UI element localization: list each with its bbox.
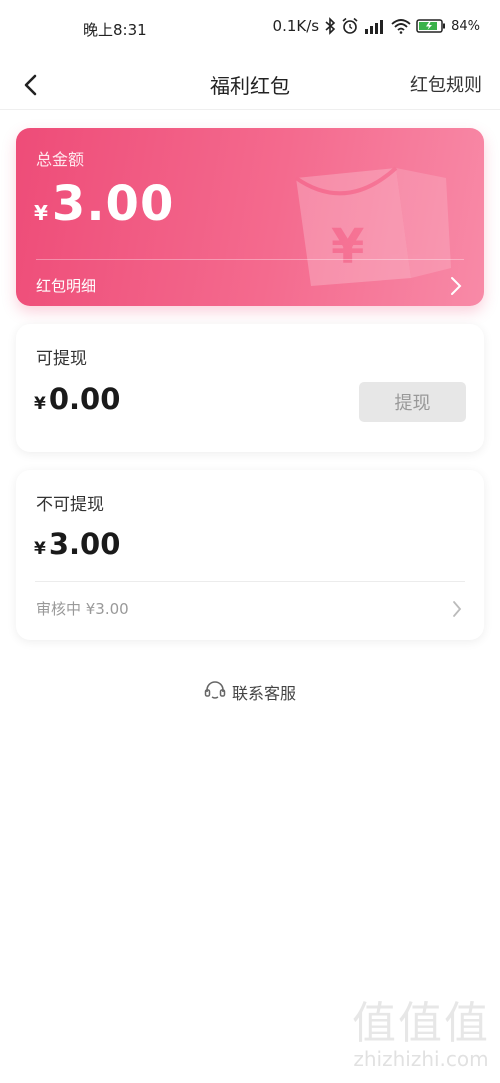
watermark: 值值值 zhizhizhi.com [352, 987, 490, 1071]
svg-text:¥: ¥ [331, 219, 364, 275]
total-amount-value: 3.00 [51, 176, 175, 232]
withdrawable-amount-value: 0.00 [48, 382, 121, 416]
watermark-text: zhizhizhi.com [353, 1047, 489, 1071]
total-amount-label: 总金额 [36, 150, 85, 169]
red-packet-detail-link[interactable]: 红包明细 [36, 275, 96, 296]
bluetooth-icon [324, 17, 336, 35]
headset-icon [204, 680, 226, 704]
wifi-icon [391, 18, 411, 34]
currency-symbol: ¥ [34, 201, 48, 225]
status-time: 晚上8:31 [83, 21, 147, 39]
chevron-right-icon[interactable] [450, 276, 462, 300]
non-withdrawable-amount: ¥ 3.00 [34, 527, 120, 561]
battery-percent: 84% [451, 18, 480, 34]
withdrawable-amount: ¥ 0.00 [34, 382, 120, 416]
alarm-icon [341, 17, 359, 35]
red-packet-rules-link[interactable]: 红包规则 [410, 71, 482, 97]
divider [36, 259, 464, 260]
contact-service-link[interactable]: 联系客服 [0, 680, 500, 704]
battery-icon [416, 18, 446, 34]
watermark-logo: 值值值 [352, 998, 490, 1049]
contact-service-label: 联系客服 [231, 684, 296, 703]
withdrawable-label: 可提现 [36, 349, 87, 369]
net-speed: 0.1K/s [272, 17, 320, 35]
non-withdrawable-card: 不可提现 ¥ 3.00 审核中 ¥3.00 [16, 470, 484, 640]
chevron-right-icon [452, 600, 462, 622]
nav-bar: 福利红包 红包规则 [0, 58, 500, 110]
signal-icon [364, 18, 386, 34]
total-amount-card: ¥ 总金额 ¥ 3.00 红包明细 [16, 128, 484, 306]
status-icons: 0.1K/s 84% [273, 17, 480, 35]
non-withdrawable-label: 不可提现 [36, 495, 104, 515]
total-amount: ¥ 3.00 [34, 176, 174, 232]
under-review-row[interactable]: 审核中 ¥3.00 [36, 592, 464, 624]
divider [35, 581, 465, 582]
red-packet-illustration-icon: ¥ [294, 166, 451, 286]
under-review-text: 审核中 ¥3.00 [36, 600, 129, 618]
currency-symbol: ¥ [34, 539, 46, 559]
non-withdrawable-amount-value: 3.00 [48, 527, 121, 561]
withdraw-button[interactable]: 提现 [359, 382, 466, 422]
currency-symbol: ¥ [34, 394, 46, 414]
withdrawable-card: 可提现 ¥ 0.00 提现 [16, 324, 484, 452]
status-bar: 晚上8:31 0.1K/s 84% [0, 0, 500, 58]
